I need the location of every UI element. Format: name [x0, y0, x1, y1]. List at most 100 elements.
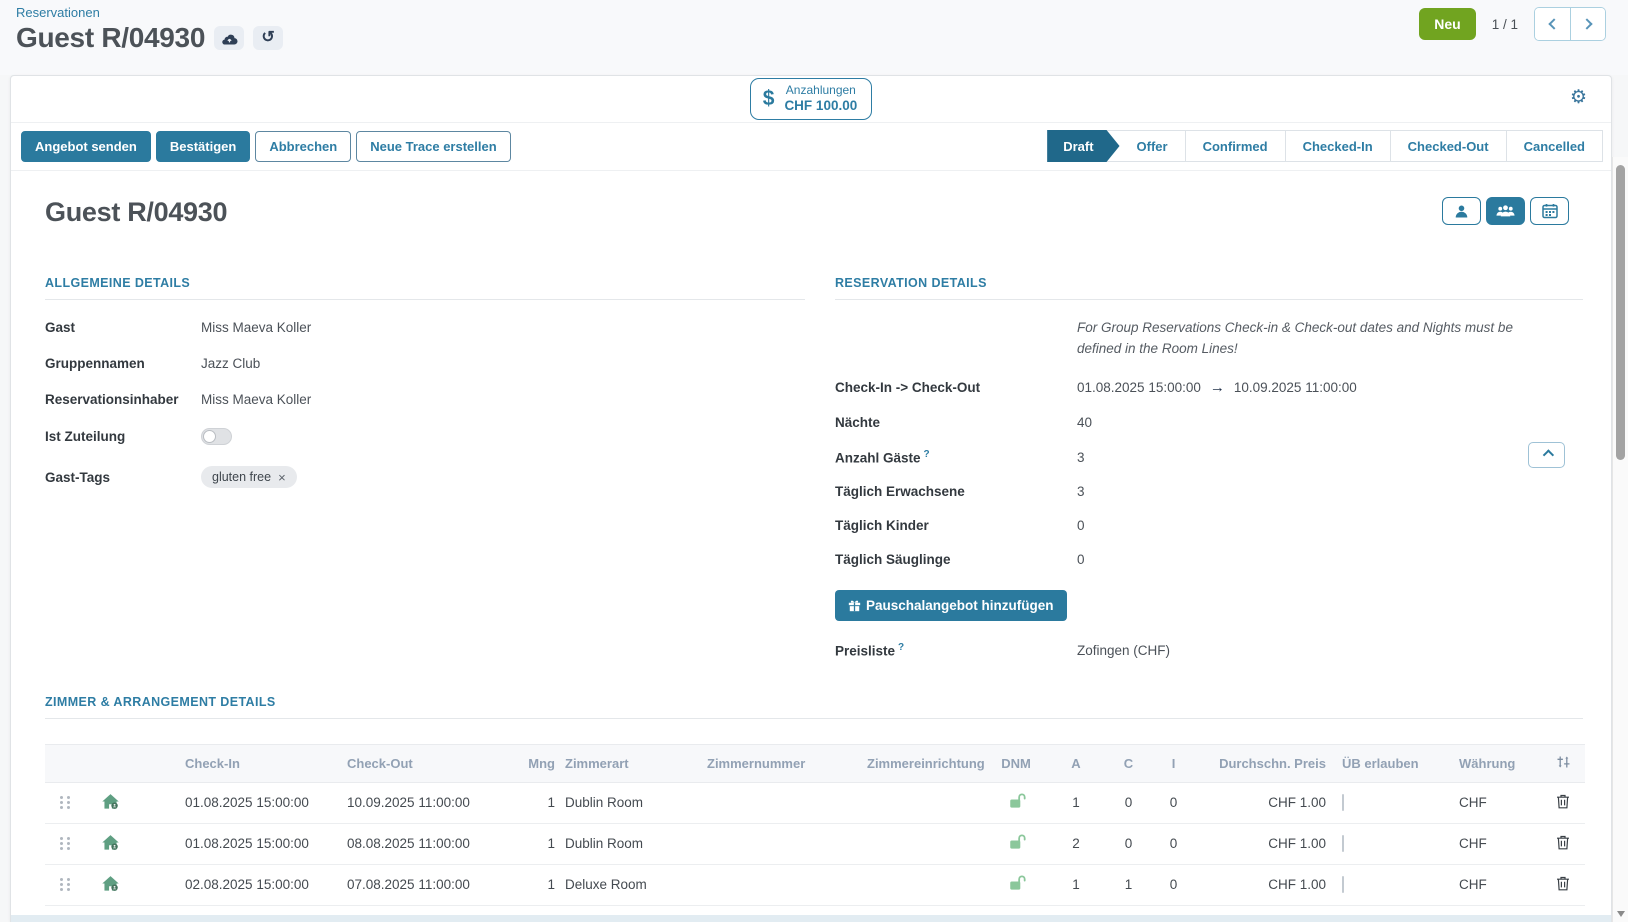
- currency-cell[interactable]: CHF: [1431, 864, 1541, 905]
- quantity-cell[interactable]: 1: [501, 864, 561, 905]
- nights-field[interactable]: 40: [1077, 415, 1583, 430]
- room-type-cell[interactable]: Dublin Room: [561, 782, 701, 823]
- ob-allowed-checkbox[interactable]: [1342, 794, 1344, 811]
- row-drag-handle[interactable]: [45, 864, 85, 905]
- infants-cell[interactable]: 0: [1151, 782, 1196, 823]
- pager-next-button[interactable]: [1570, 8, 1605, 40]
- new-trace-button[interactable]: Neue Trace erstellen: [356, 131, 510, 162]
- status-step-checked-in[interactable]: Checked-In: [1285, 131, 1390, 161]
- column-header-infants[interactable]: I: [1151, 744, 1196, 782]
- room-number-cell[interactable]: [701, 864, 861, 905]
- status-step-checked-out[interactable]: Checked-Out: [1390, 131, 1506, 161]
- check-out-cell[interactable]: 10.09.2025 11:00:00: [341, 782, 501, 823]
- toggle-columns-button[interactable]: [1541, 744, 1585, 782]
- currency-cell[interactable]: CHF: [1431, 782, 1541, 823]
- status-step-draft[interactable]: Draft: [1047, 130, 1119, 162]
- guest-tag[interactable]: gluten free ×: [201, 466, 297, 488]
- row-drag-handle[interactable]: [45, 823, 85, 864]
- daily-adults-label: Täglich Erwachsene: [835, 484, 1077, 499]
- avg-price-cell[interactable]: CHF 1.00: [1196, 864, 1336, 905]
- infants-cell[interactable]: 0: [1151, 864, 1196, 905]
- ob-allowed-checkbox[interactable]: [1342, 835, 1344, 852]
- delete-row-button[interactable]: [1541, 823, 1585, 864]
- check-in-cell[interactable]: 01.08.2025 15:00:00: [171, 823, 341, 864]
- children-cell[interactable]: 0: [1106, 823, 1151, 864]
- room-amenities-cell[interactable]: [861, 823, 986, 864]
- row-drag-handle[interactable]: [45, 782, 85, 823]
- adults-cell[interactable]: 2: [1046, 823, 1106, 864]
- room-number-cell[interactable]: [701, 823, 861, 864]
- column-header-avg-price[interactable]: Durchschn. Preis: [1196, 744, 1336, 782]
- status-step-cancelled[interactable]: Cancelled: [1506, 131, 1602, 161]
- group-name-field[interactable]: Jazz Club: [201, 356, 805, 371]
- single-guest-view-button[interactable]: [1442, 197, 1481, 225]
- group-view-button[interactable]: [1486, 197, 1525, 225]
- adults-cell[interactable]: 1: [1046, 782, 1106, 823]
- check-out-cell[interactable]: 07.08.2025 11:00:00: [341, 864, 501, 905]
- send-offer-button[interactable]: Angebot senden: [21, 131, 151, 162]
- confirm-button[interactable]: Bestätigen: [156, 131, 250, 162]
- is-allocation-toggle[interactable]: [201, 428, 232, 445]
- delete-row-button[interactable]: [1541, 864, 1585, 905]
- dnm-cell[interactable]: [986, 823, 1046, 864]
- deposits-smart-button[interactable]: $ Anzahlungen CHF 100.00: [750, 78, 872, 120]
- tag-remove-icon[interactable]: ×: [278, 471, 286, 484]
- settings-gear-icon[interactable]: ⚙: [1570, 88, 1587, 107]
- column-header-currency[interactable]: Währung: [1431, 744, 1541, 782]
- calendar-view-button[interactable]: [1530, 197, 1569, 225]
- quantity-cell[interactable]: 1: [501, 782, 561, 823]
- check-out-value[interactable]: 10.09.2025 11:00:00: [1234, 380, 1357, 395]
- room-number-cell[interactable]: [701, 782, 861, 823]
- reservation-holder-field[interactable]: Miss Maeva Koller: [201, 392, 805, 407]
- check-in-out-field[interactable]: 01.08.2025 15:00:00→10.09.2025 11:00:00: [1077, 379, 1583, 396]
- children-cell[interactable]: 1: [1106, 864, 1151, 905]
- daily-children-field[interactable]: 0: [1077, 518, 1583, 533]
- new-record-button[interactable]: Neu: [1419, 8, 1475, 40]
- column-header-room-amenities[interactable]: Zimmereinrichtung: [861, 744, 986, 782]
- pricelist-field[interactable]: Zofingen (CHF): [1077, 643, 1583, 658]
- guest-count-field[interactable]: 3: [1077, 450, 1583, 465]
- guest-field[interactable]: Miss Maeva Koller: [201, 320, 805, 335]
- infants-cell[interactable]: 0: [1151, 823, 1196, 864]
- column-header-mng[interactable]: Mng: [501, 744, 561, 782]
- delete-row-button[interactable]: [1541, 782, 1585, 823]
- scrollbar-down-arrow[interactable]: [1617, 911, 1625, 917]
- scrollbar-thumb[interactable]: [1616, 165, 1625, 460]
- column-header-check-in[interactable]: Check-In: [171, 744, 341, 782]
- dnm-cell[interactable]: [986, 864, 1046, 905]
- daily-adults-field[interactable]: 3: [1077, 484, 1583, 499]
- room-amenities-cell[interactable]: [861, 864, 986, 905]
- room-amenities-cell[interactable]: [861, 782, 986, 823]
- column-header-room-type[interactable]: Zimmerart: [561, 744, 701, 782]
- ob-allowed-checkbox[interactable]: [1342, 876, 1344, 893]
- column-header-dnm[interactable]: DNM: [986, 744, 1046, 782]
- column-header-check-out[interactable]: Check-Out: [341, 744, 501, 782]
- column-header-ob-allowed[interactable]: ÜB erlauben: [1336, 744, 1431, 782]
- collapse-section-button[interactable]: [1528, 442, 1565, 468]
- breadcrumb[interactable]: Reservationen: [16, 5, 100, 20]
- check-in-cell[interactable]: 01.08.2025 15:00:00: [171, 782, 341, 823]
- check-in-cell[interactable]: 02.08.2025 15:00:00: [171, 864, 341, 905]
- status-step-offer[interactable]: Offer: [1120, 131, 1185, 161]
- column-header-adults[interactable]: A: [1046, 744, 1106, 782]
- column-header-children[interactable]: C: [1106, 744, 1151, 782]
- children-cell[interactable]: 0: [1106, 782, 1151, 823]
- check-out-cell[interactable]: 08.08.2025 11:00:00: [341, 823, 501, 864]
- avg-price-cell[interactable]: CHF 1.00: [1196, 782, 1336, 823]
- save-record-button[interactable]: [214, 26, 244, 50]
- dnm-cell[interactable]: [986, 782, 1046, 823]
- pager-previous-button[interactable]: [1535, 8, 1570, 40]
- status-step-confirmed[interactable]: Confirmed: [1185, 131, 1285, 161]
- avg-price-cell[interactable]: CHF 1.00: [1196, 823, 1336, 864]
- add-package-button[interactable]: Pauschalangebot hinzufügen: [835, 590, 1067, 621]
- column-header-room-number[interactable]: Zimmernummer: [701, 744, 861, 782]
- discard-changes-button[interactable]: ↺: [253, 26, 283, 50]
- daily-infants-field[interactable]: 0: [1077, 552, 1583, 567]
- quantity-cell[interactable]: 1: [501, 823, 561, 864]
- currency-cell[interactable]: CHF: [1431, 823, 1541, 864]
- cancel-button[interactable]: Abbrechen: [255, 131, 351, 162]
- room-type-cell[interactable]: Deluxe Room: [561, 864, 701, 905]
- check-in-value[interactable]: 01.08.2025 15:00:00: [1077, 380, 1201, 395]
- adults-cell[interactable]: 1: [1046, 864, 1106, 905]
- room-type-cell[interactable]: Dublin Room: [561, 823, 701, 864]
